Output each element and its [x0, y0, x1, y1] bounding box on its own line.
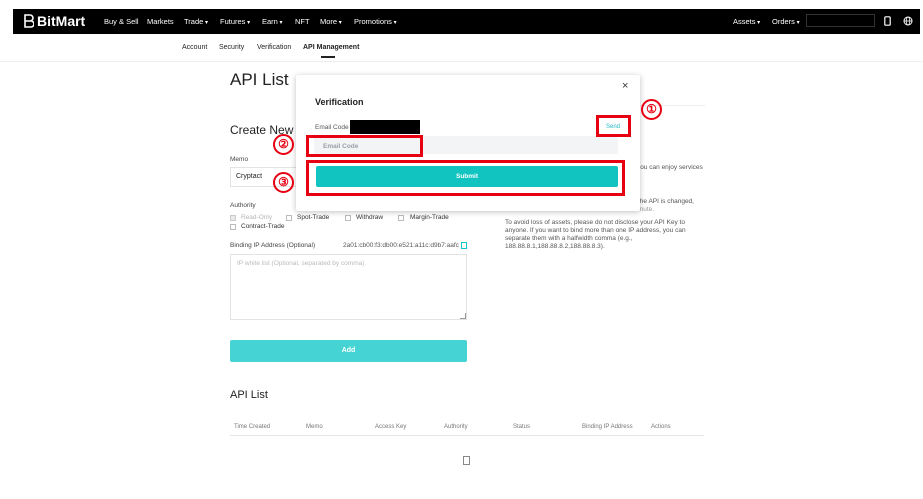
nav-promotions[interactable]: Promotions — [354, 17, 397, 28]
withdraw-label: Withdraw — [356, 214, 384, 221]
th-binding-ip: Binding IP Address — [582, 424, 633, 430]
nav-markets[interactable]: Markets — [147, 17, 174, 26]
note-line: To avoid loss of assets, please do not d… — [505, 219, 685, 226]
note-line: anyone. If you want to bind more than on… — [505, 227, 686, 234]
nav-assets[interactable]: Assets — [733, 17, 760, 28]
page-title: API List — [230, 70, 289, 89]
nav-futures[interactable]: Futures — [220, 17, 250, 28]
th-time-created: Time Created — [234, 424, 271, 430]
withdraw-checkbox[interactable] — [345, 215, 351, 221]
margin-trade-label: Margin-Trade — [410, 214, 449, 221]
annotation-box-send — [596, 115, 631, 137]
th-access-key: Access Key — [375, 424, 407, 430]
email-redacted-box — [350, 120, 420, 134]
note-line: 188.88.8.1,188.88.8.2,188.88.8.3). — [505, 243, 605, 250]
authority-label: Authority — [230, 202, 256, 209]
readonly-label: Read-Only — [241, 214, 273, 221]
current-ip-address: 2a01:cb00:f3:db00:e521:a11c:d9b7:aafc — [343, 242, 459, 249]
email-code-label: Email Code — [315, 124, 349, 131]
copy-icon[interactable] — [461, 242, 467, 249]
tab-security[interactable]: Security — [219, 44, 244, 51]
tab-verification[interactable]: Verification — [257, 44, 291, 51]
globe-icon[interactable] — [903, 16, 913, 26]
memo-label: Memo — [230, 156, 249, 163]
add-button[interactable]: Add — [230, 340, 467, 362]
th-memo: Memo — [306, 424, 323, 430]
annotation-marker-3: ③ — [273, 172, 294, 193]
note-line: you can enjoy services — [637, 164, 703, 171]
contract-trade-checkbox[interactable] — [230, 224, 236, 230]
contract-trade-label: Contract-Trade — [241, 223, 285, 230]
margin-trade-checkbox[interactable] — [398, 215, 404, 221]
ip-label: Binding IP Address (Optional) — [230, 242, 316, 249]
th-authority: Authority — [444, 424, 468, 430]
ip-whitelist-placeholder: IP white list (Optional, separated by co… — [237, 260, 365, 267]
download-app-icon[interactable] — [884, 16, 891, 26]
annotation-box-email-input — [306, 135, 423, 157]
api-list-section-title: API List — [230, 389, 268, 401]
th-status: Status — [513, 424, 531, 430]
nav-buy-sell[interactable]: Buy & Sell — [104, 17, 139, 26]
nav-orders[interactable]: Orders — [772, 17, 800, 28]
create-section-title: Create New A — [230, 123, 305, 137]
note-line: r the API is changed, — [634, 198, 694, 205]
nav-earn[interactable]: Earn — [262, 17, 283, 28]
bitmart-logo-text[interactable]: BitMart — [37, 13, 85, 29]
annotation-box-submit — [306, 160, 625, 196]
resize-handle-icon[interactable] — [460, 313, 466, 319]
spot-trade-label: Spot-Trade — [297, 214, 330, 221]
annotation-marker-1: ① — [641, 99, 662, 120]
nav-trade[interactable]: Trade — [184, 17, 208, 28]
note-line: separate them with a halfwidth comma (e.… — [505, 235, 633, 242]
header-divider — [0, 61, 923, 62]
account-redacted-box[interactable] — [806, 14, 875, 27]
readonly-checkbox — [230, 215, 236, 221]
th-actions: Actions — [651, 424, 671, 430]
spot-trade-checkbox[interactable] — [286, 215, 292, 221]
tab-api-management[interactable]: API Management — [303, 44, 359, 51]
tab-account[interactable]: Account — [182, 44, 207, 51]
empty-list-icon — [463, 456, 470, 465]
memo-value: Cryptact — [236, 173, 263, 180]
table-divider — [230, 435, 704, 436]
bitmart-logo-icon[interactable] — [24, 14, 34, 28]
nav-nft[interactable]: NFT — [295, 17, 310, 26]
active-tab-indicator — [321, 56, 335, 58]
annotation-marker-2: ② — [273, 134, 294, 155]
modal-title: Verification — [315, 97, 364, 107]
close-icon[interactable]: × — [622, 80, 628, 92]
nav-more[interactable]: More — [320, 17, 342, 28]
